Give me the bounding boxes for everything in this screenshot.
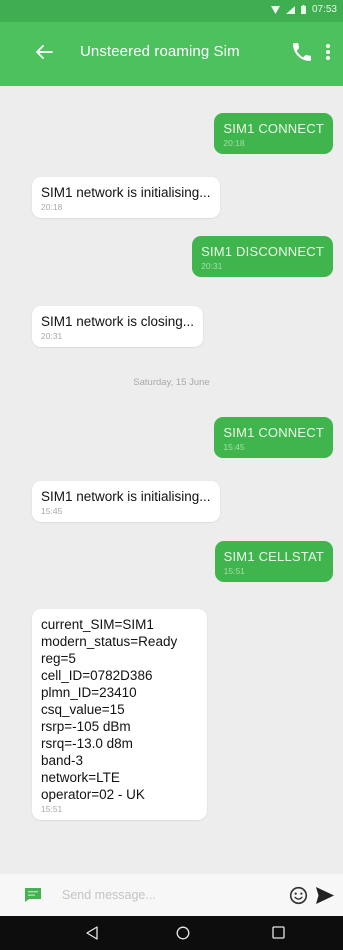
- message-bubble-incoming[interactable]: SIM1 network is initialising... 15:45: [32, 481, 220, 522]
- back-arrow-icon[interactable]: [32, 40, 56, 64]
- emoji-icon[interactable]: [289, 886, 308, 905]
- nav-back-icon[interactable]: [85, 926, 99, 940]
- phone-icon[interactable]: [290, 40, 314, 64]
- message-time: 15:45: [223, 442, 245, 452]
- message-list[interactable]: SIM1 CONNECT 20:18 SIM1 network is initi…: [0, 86, 343, 874]
- message-text: SIM1 CONNECT: [223, 121, 324, 136]
- message-bubble-outgoing[interactable]: SIM1 DISCONNECT 20:31: [192, 236, 333, 277]
- date-separator: Saturday, 15 June: [133, 377, 210, 388]
- message-text: SIM1 CONNECT: [223, 425, 324, 440]
- system-nav-bar: [0, 916, 343, 950]
- signal-icon: [285, 5, 295, 14]
- app-bar: Unsteered roaming Sim: [0, 22, 343, 86]
- message-text: current_SIM=SIM1 modern_status=Ready reg…: [41, 617, 178, 802]
- message-input[interactable]: [62, 885, 262, 905]
- message-text: SIM1 network is initialising...: [41, 489, 211, 504]
- message-bubble-outgoing[interactable]: SIM1 CONNECT 20:18: [214, 113, 333, 154]
- message-bubble-outgoing[interactable]: SIM1 CELLSTAT 15:51: [214, 541, 333, 582]
- conversation-title: Unsteered roaming Sim: [80, 43, 240, 60]
- message-text: SIM1 DISCONNECT: [201, 244, 324, 259]
- message-bubble-outgoing[interactable]: SIM1 CONNECT 15:45: [214, 417, 333, 458]
- message-time: 15:51: [223, 566, 245, 576]
- nav-recents-icon[interactable]: [272, 926, 285, 939]
- message-time: 20:31: [41, 331, 63, 341]
- message-time: 20:18: [223, 138, 245, 148]
- message-text: SIM1 network is initialising...: [41, 185, 211, 200]
- more-vert-icon[interactable]: [320, 40, 336, 64]
- status-time: 07:53: [311, 4, 337, 15]
- message-time: 15:51: [41, 804, 63, 814]
- message-bubble-incoming[interactable]: current_SIM=SIM1 modern_status=Ready reg…: [32, 609, 207, 820]
- message-text: SIM1 network is closing...: [41, 314, 195, 329]
- nav-home-icon[interactable]: [176, 926, 190, 940]
- compose-bar: [0, 874, 343, 916]
- status-bar: 07:53: [0, 0, 343, 22]
- wifi-icon: [270, 5, 280, 14]
- message-time: 20:31: [201, 261, 223, 271]
- battery-icon: [300, 5, 306, 14]
- status-icons: 07:53: [270, 4, 337, 15]
- message-icon[interactable]: [24, 887, 42, 903]
- send-icon[interactable]: [316, 887, 334, 904]
- message-time: 15:45: [41, 506, 63, 516]
- message-bubble-incoming[interactable]: SIM1 network is closing... 20:31: [32, 306, 204, 347]
- message-bubble-incoming[interactable]: SIM1 network is initialising... 20:18: [32, 177, 220, 218]
- message-text: SIM1 CELLSTAT: [223, 549, 324, 564]
- message-time: 20:18: [41, 202, 63, 212]
